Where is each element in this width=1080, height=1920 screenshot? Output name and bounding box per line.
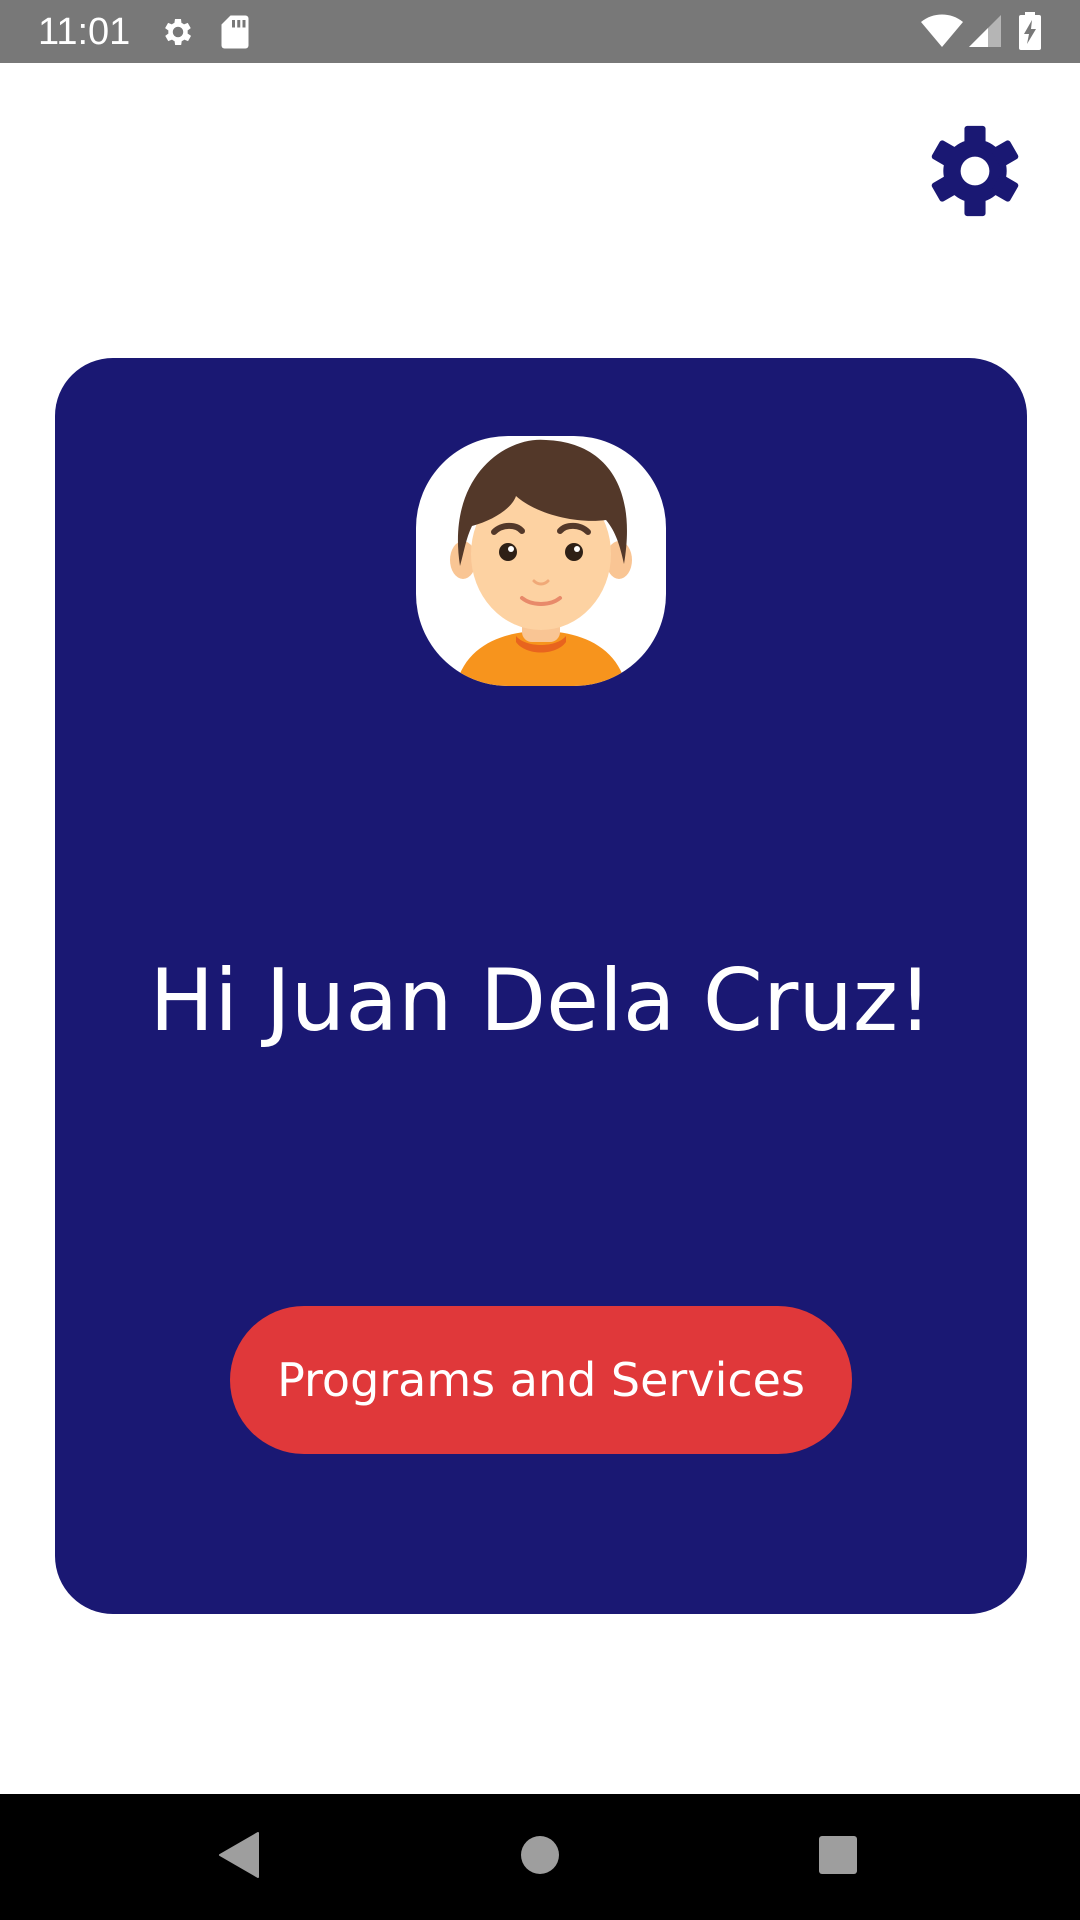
avatar bbox=[416, 436, 666, 686]
recents-icon bbox=[818, 1835, 858, 1879]
programs-and-services-button[interactable]: Programs and Services bbox=[230, 1306, 852, 1454]
welcome-card: Hi Juan Dela Cruz! Programs and Services bbox=[55, 358, 1027, 1614]
home-icon bbox=[520, 1835, 560, 1879]
wifi-icon bbox=[920, 14, 964, 52]
gear-icon bbox=[927, 123, 1023, 223]
status-time: 11:01 bbox=[38, 11, 131, 53]
back-icon bbox=[216, 1831, 260, 1883]
recents-button[interactable] bbox=[758, 1794, 918, 1920]
battery-charging-icon bbox=[1018, 12, 1042, 54]
settings-icon bbox=[160, 14, 196, 54]
status-bar: 11:01 bbox=[0, 0, 1080, 63]
greeting-text: Hi Juan Dela Cruz! bbox=[149, 951, 933, 1051]
back-button[interactable] bbox=[158, 1794, 318, 1920]
signal-icon bbox=[968, 14, 1002, 52]
navigation-bar bbox=[0, 1794, 1080, 1920]
home-button[interactable] bbox=[460, 1794, 620, 1920]
sd-card-icon bbox=[220, 14, 250, 54]
boy-avatar bbox=[450, 439, 632, 686]
settings-button[interactable] bbox=[920, 118, 1030, 228]
